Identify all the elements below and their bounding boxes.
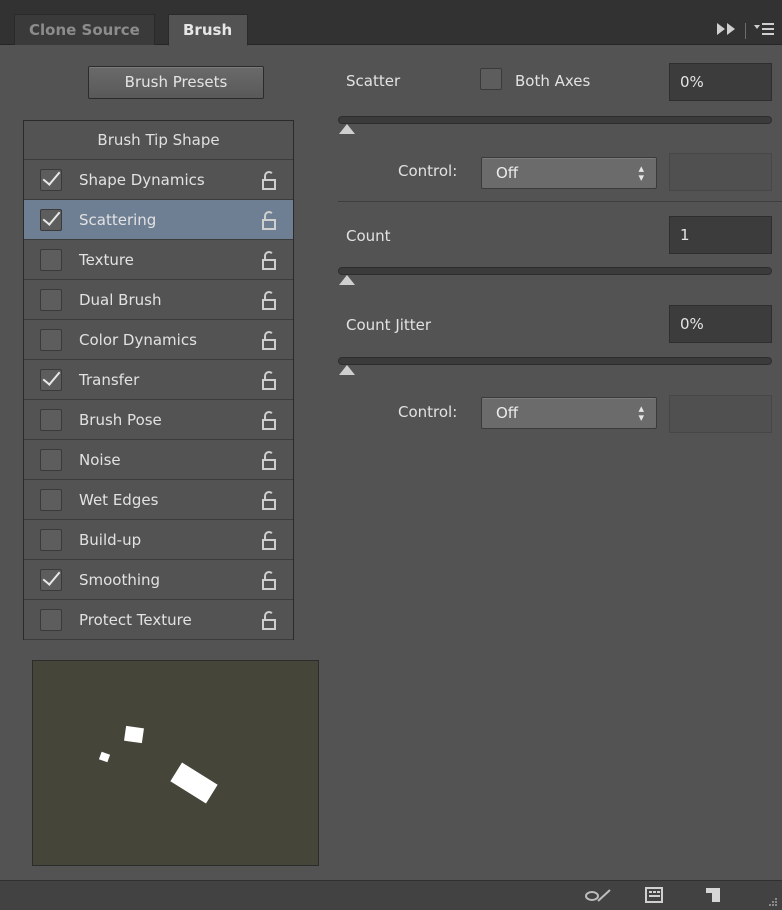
scatter-control-dropdown[interactable]: Off ▴ ▾ (481, 157, 657, 189)
panel-bottom-bar (0, 880, 782, 910)
chevron-updown-icon: ▴ ▾ (638, 402, 644, 424)
count-jitter-control-label: Control: (398, 403, 458, 421)
scatter-value-field[interactable]: 0% (669, 63, 772, 101)
scatter-slider[interactable] (338, 116, 772, 124)
toggle-live-tip-icon[interactable] (584, 887, 612, 907)
count-value-field[interactable]: 1 (669, 216, 772, 254)
tabbar-controls (717, 22, 774, 40)
section-divider (338, 201, 782, 202)
brush-setting-checkbox[interactable] (40, 609, 62, 631)
count-jitter-value-field[interactable]: 0% (669, 305, 772, 343)
grid-icon[interactable] (645, 887, 663, 907)
brush-setting-checkbox[interactable] (40, 489, 62, 511)
tab-brush[interactable]: Brush (168, 14, 248, 46)
brush-setting-label: Color Dynamics (79, 331, 197, 349)
brush-setting-checkbox[interactable] (40, 249, 62, 271)
brush-setting-row[interactable]: Build-up (24, 520, 293, 560)
brush-setting-row[interactable]: Wet Edges (24, 480, 293, 520)
brush-setting-row[interactable]: Scattering (24, 200, 293, 240)
brush-setting-checkbox[interactable] (40, 409, 62, 431)
count-label: Count (346, 227, 391, 245)
brush-setting-checkbox[interactable] (40, 529, 62, 551)
count-slider-thumb[interactable] (339, 275, 355, 285)
brush-setting-row[interactable]: Shape Dynamics (24, 160, 293, 200)
brush-setting-row[interactable]: Brush Pose (24, 400, 293, 440)
lock-icon[interactable] (262, 171, 276, 190)
brush-setting-checkbox[interactable] (40, 569, 62, 591)
brush-setting-row[interactable]: Smoothing (24, 560, 293, 600)
lock-icon[interactable] (262, 251, 276, 270)
lock-icon[interactable] (262, 331, 276, 350)
collapse-icon[interactable] (717, 23, 737, 39)
scatter-slider-thumb[interactable] (339, 124, 355, 134)
count-jitter-control-dropdown[interactable]: Off ▴ ▾ (481, 397, 657, 429)
brush-setting-row[interactable]: Transfer (24, 360, 293, 400)
scatter-control-label: Control: (398, 162, 458, 180)
tab-clone-source[interactable]: Clone Source (14, 14, 155, 45)
brush-setting-label: Build-up (79, 531, 142, 549)
brush-setting-checkbox[interactable] (40, 289, 62, 311)
brush-setting-checkbox[interactable] (40, 329, 62, 351)
brush-setting-label: Brush Pose (79, 411, 162, 429)
brush-setting-row[interactable]: Texture (24, 240, 293, 280)
brush-stroke-preview (32, 660, 319, 866)
count-jitter-control-value: Off (496, 404, 519, 422)
brush-setting-row[interactable]: Color Dynamics (24, 320, 293, 360)
preview-dab (170, 762, 218, 804)
brush-setting-checkbox[interactable] (40, 169, 62, 191)
resize-grip-icon[interactable] (766, 893, 778, 910)
brush-setting-label: Dual Brush (79, 291, 162, 309)
tabbar-separator (745, 23, 746, 39)
brush-setting-checkbox[interactable] (40, 449, 62, 471)
brush-setting-label: Noise (79, 451, 121, 469)
brush-setting-label: Wet Edges (79, 491, 159, 509)
lock-icon[interactable] (262, 611, 276, 630)
new-preset-icon[interactable] (705, 887, 721, 907)
brush-presets-button[interactable]: Brush Presets (88, 66, 264, 99)
brush-setting-label: Texture (79, 251, 134, 269)
scatter-label: Scatter (346, 72, 401, 90)
brush-setting-label: Transfer (79, 371, 140, 389)
lock-icon[interactable] (262, 571, 276, 590)
both-axes-label: Both Axes (515, 72, 591, 90)
panel-menu-icon[interactable] (754, 22, 774, 40)
preview-dab (98, 751, 111, 763)
lock-icon[interactable] (262, 371, 276, 390)
count-jitter-slider-thumb[interactable] (339, 365, 355, 375)
brush-setting-row[interactable]: Noise (24, 440, 293, 480)
lock-icon[interactable] (262, 531, 276, 550)
scatter-control-field (669, 153, 772, 191)
lock-icon[interactable] (262, 291, 276, 310)
brush-setting-row[interactable]: Dual Brush (24, 280, 293, 320)
brush-setting-checkbox[interactable] (40, 369, 62, 391)
count-jitter-slider[interactable] (338, 357, 772, 365)
count-jitter-control-field (669, 395, 772, 433)
brush-setting-row[interactable]: Protect Texture (24, 600, 293, 640)
preview-dab (124, 725, 144, 744)
brush-settings-list: Brush Tip Shape Shape Dynamics Scattering… (23, 120, 294, 640)
both-axes-checkbox[interactable] (480, 68, 502, 90)
chevron-updown-icon: ▴ ▾ (638, 162, 644, 184)
brush-setting-label: Shape Dynamics (79, 171, 205, 189)
lock-icon[interactable] (262, 411, 276, 430)
panel-tab-bar: Clone Source Brush (0, 0, 782, 46)
lock-icon[interactable] (262, 211, 276, 230)
lock-icon[interactable] (262, 451, 276, 470)
scatter-control-value: Off (496, 164, 519, 182)
count-jitter-label: Count Jitter (346, 316, 432, 334)
brush-setting-label: Scattering (79, 211, 157, 229)
lock-icon[interactable] (262, 491, 276, 510)
brush-tip-shape-item[interactable]: Brush Tip Shape (24, 121, 293, 160)
count-slider[interactable] (338, 267, 772, 275)
brush-setting-checkbox[interactable] (40, 209, 62, 231)
brush-setting-label: Smoothing (79, 571, 161, 589)
brush-setting-label: Protect Texture (79, 611, 192, 629)
